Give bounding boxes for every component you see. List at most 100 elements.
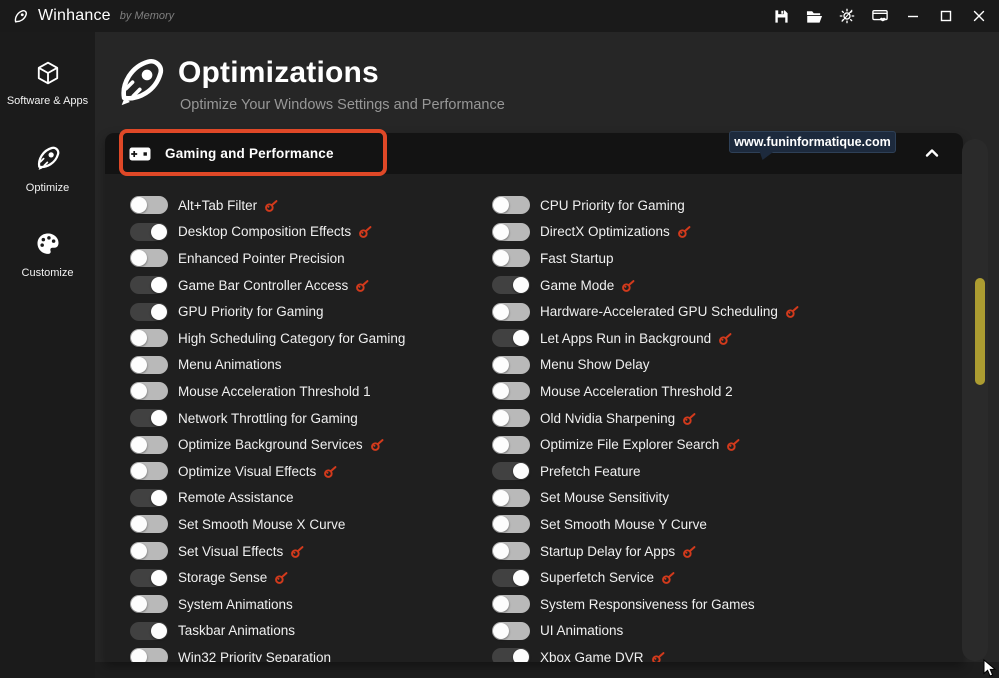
chevron-up-icon[interactable] [923,144,941,162]
toggle-switch[interactable] [130,462,168,481]
toggle-knob [131,463,147,480]
toggle-knob [513,569,529,586]
toggle-label: Hardware-Accelerated GPU Scheduling [540,304,778,320]
toggle-switch[interactable] [130,648,168,662]
bottom-strip [95,662,999,678]
toggle-row: Alt+Tab Filter [130,192,490,219]
toggle-switch[interactable] [492,435,530,454]
toggle-switch[interactable] [130,382,168,401]
red-magnifier-icon [370,437,385,452]
toggle-label: Optimize Visual Effects [178,463,317,479]
toggle-label: Optimize Background Services [178,437,363,453]
toggle-row: Prefetch Feature [492,458,852,485]
toggle-switch[interactable] [130,595,168,614]
theme-sun-icon[interactable] [833,3,861,29]
toggle-switch[interactable] [130,542,168,561]
toggle-label: Fast Startup [540,250,614,266]
toggle-knob [493,543,509,560]
toggle-switch[interactable] [492,302,530,321]
sidebar-item-customize[interactable]: Customize [3,230,93,281]
titlebar-buttons [767,3,999,29]
toggle-switch[interactable] [492,568,530,587]
toggle-row: Desktop Composition Effects [130,219,490,246]
toggle-switch[interactable] [492,648,530,662]
toggle-switch[interactable] [130,355,168,374]
toggle-switch[interactable] [492,542,530,561]
red-magnifier-icon [718,331,733,346]
toggle-knob [513,330,529,347]
scrollbar-track[interactable] [962,139,988,661]
toggle-switch[interactable] [492,196,530,215]
toggle-row: Hardware-Accelerated GPU Scheduling [492,298,852,325]
toggle-switch[interactable] [492,276,530,295]
maximize-icon[interactable] [932,3,960,29]
toggle-switch[interactable] [130,568,168,587]
toggle-switch[interactable] [492,621,530,640]
minimize-icon[interactable] [899,3,927,29]
toggle-switch[interactable] [130,329,168,348]
toggle-label: Mouse Acceleration Threshold 2 [540,383,733,399]
watermark-text: www.funinformatique.com [734,135,891,149]
sidebar-item-software-apps[interactable]: Software & Apps [3,60,93,109]
toggle-knob [493,250,509,267]
toggle-switch[interactable] [130,435,168,454]
toggle-switch[interactable] [492,382,530,401]
sidebar-item-label: Customize [21,266,74,279]
scrollbar-thumb[interactable] [975,278,985,385]
toggle-row: Let Apps Run in Background [492,325,852,352]
toggle-row: CPU Priority for Gaming [492,192,852,219]
toggle-switch[interactable] [492,222,530,241]
toggle-switch[interactable] [492,329,530,348]
toggle-knob [131,436,147,453]
toggle-switch[interactable] [130,488,168,507]
toggle-label: GPU Priority for Gaming [178,304,324,320]
toggle-row: Game Mode [492,272,852,299]
toggle-knob [493,596,509,613]
cube-icon [35,60,61,86]
toggle-switch[interactable] [492,488,530,507]
toggle-row: Xbox Game DVR [492,644,852,662]
toggle-row: Set Visual Effects [130,538,490,565]
toggle-knob [131,516,147,533]
toggle-switch[interactable] [492,595,530,614]
toggle-switch[interactable] [130,515,168,534]
toggle-row: Game Bar Controller Access [130,272,490,299]
toggle-knob [493,516,509,533]
folder-open-icon[interactable] [800,3,828,29]
close-icon[interactable] [965,3,993,29]
toggle-switch[interactable] [130,196,168,215]
toggle-row: Mouse Acceleration Threshold 2 [492,378,852,405]
app-title: Winhance [38,7,111,24]
toggle-row: UI Animations [492,618,852,645]
sidebar-item-optimize[interactable]: Optimize [3,143,93,196]
save-icon[interactable] [767,3,795,29]
toggle-knob [131,197,147,214]
toggle-label: High Scheduling Category for Gaming [178,330,406,346]
toggle-switch[interactable] [130,249,168,268]
app-byline: by Memory [119,10,175,22]
toggle-knob [151,622,167,639]
toggle-switch[interactable] [130,302,168,321]
toggle-row: Optimize File Explorer Search [492,431,852,458]
palette-icon [34,230,62,258]
red-magnifier-icon [682,411,697,426]
toggle-switch[interactable] [130,222,168,241]
donate-card-icon[interactable] [866,3,894,29]
toggle-switch[interactable] [492,462,530,481]
toggle-label: Storage Sense [178,570,268,586]
toggle-label: Win32 Priority Separation [178,649,332,662]
toggle-switch[interactable] [130,276,168,295]
sidebar: Software & Apps Optimize Customize [0,32,95,678]
toggle-switch[interactable] [130,409,168,428]
toggle-switch[interactable] [492,249,530,268]
toggle-switch[interactable] [492,409,530,428]
toggle-knob [151,223,167,240]
toggle-switch[interactable] [492,515,530,534]
toggle-row: GPU Priority for Gaming [130,298,490,325]
toggle-switch[interactable] [492,355,530,374]
toggle-switch[interactable] [130,621,168,640]
toggle-label: Alt+Tab Filter [178,197,258,213]
toggle-label: DirectX Optimizations [540,224,670,240]
page-header: Optimizations Optimize Your Windows Sett… [95,32,999,133]
toggle-label: Prefetch Feature [540,463,641,479]
